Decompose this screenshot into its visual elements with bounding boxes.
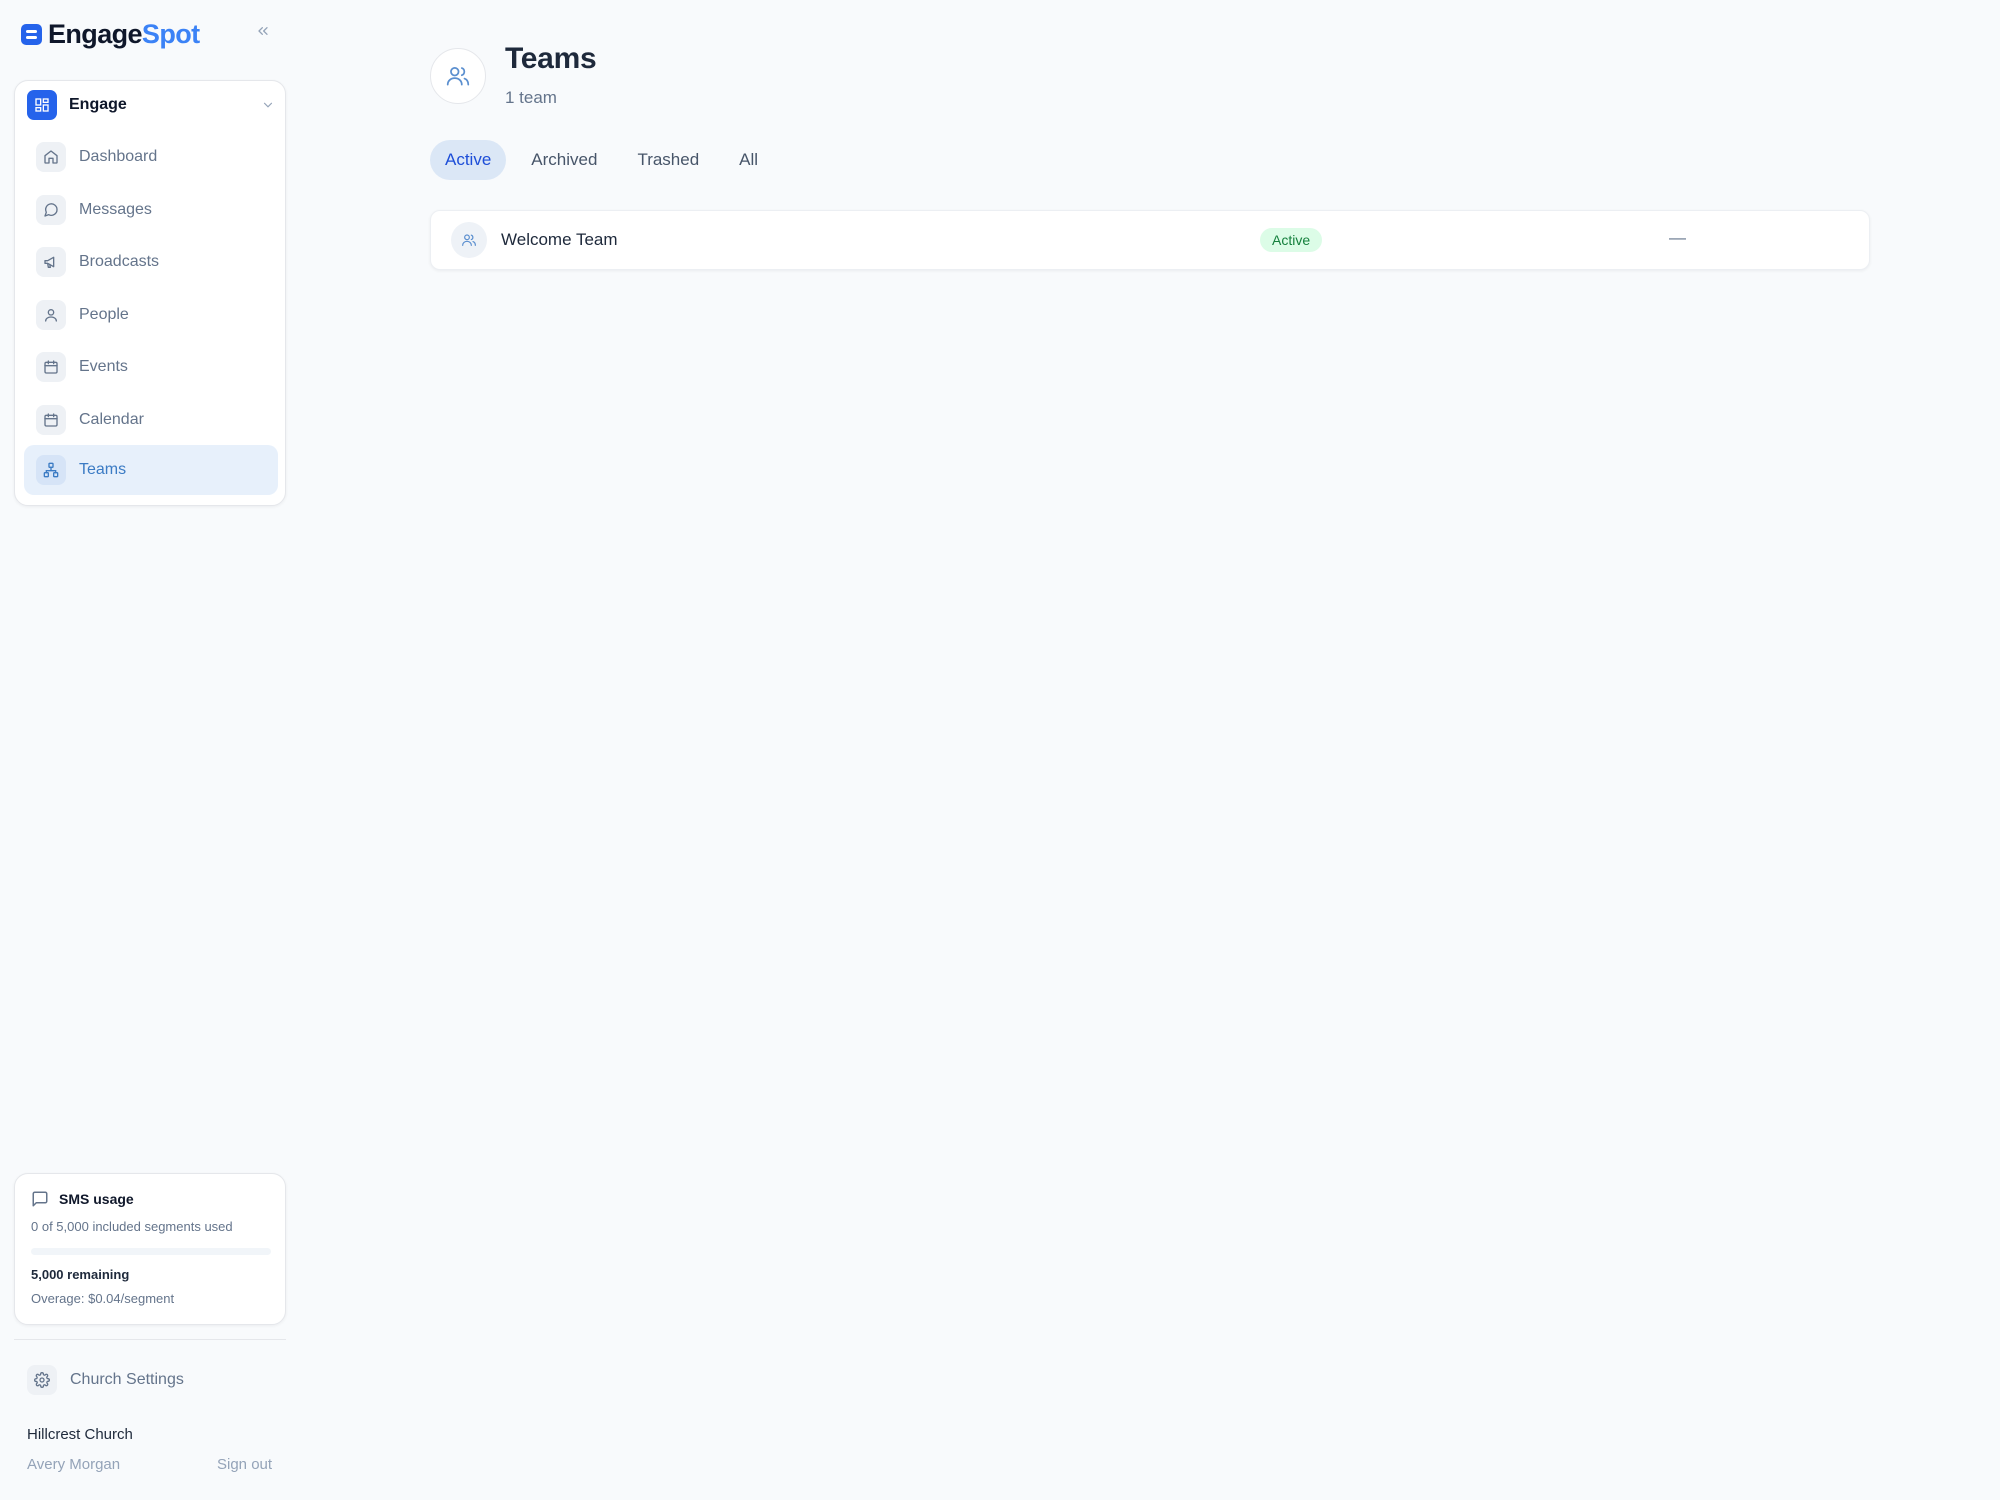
chevron-down-icon	[263, 102, 273, 108]
sidebar: EngageSpot Engage Dashboard Messages Bro…	[0, 0, 300, 1500]
gear-icon	[27, 1365, 57, 1395]
sms-usage-header: SMS usage	[31, 1190, 134, 1208]
collapse-sidebar-button[interactable]	[252, 20, 274, 42]
nav-card: Engage Dashboard Messages Broadcasts Peo…	[14, 80, 286, 506]
users-icon	[451, 222, 487, 258]
sms-usage-progress-bar	[31, 1248, 271, 1255]
church-name: Hillcrest Church	[27, 1426, 133, 1443]
sms-usage-title: SMS usage	[59, 1191, 134, 1207]
tab-all[interactable]: All	[724, 140, 773, 180]
workspace-label: Engage	[69, 96, 127, 113]
calendar-icon	[36, 405, 66, 435]
grid-icon	[27, 90, 57, 120]
chevrons-left-icon	[258, 26, 268, 35]
sidebar-item-label: Events	[79, 358, 128, 375]
user-name: Avery Morgan	[27, 1456, 121, 1473]
team-row[interactable]: Welcome Team Active —	[430, 210, 1870, 270]
tab-trashed[interactable]: Trashed	[622, 140, 714, 180]
sidebar-item-dashboard[interactable]: Dashboard	[24, 132, 278, 182]
users-icon	[430, 48, 486, 104]
page-subtitle: 1 team	[505, 88, 557, 107]
church-settings-label: Church Settings	[70, 1371, 184, 1388]
sidebar-item-messages[interactable]: Messages	[24, 185, 278, 235]
status-tabs: Active Archived Trashed All	[430, 140, 783, 180]
sign-out-link[interactable]: Sign out	[217, 1456, 272, 1473]
sidebar-item-label: Calendar	[79, 411, 144, 428]
sidebar-item-label: Broadcasts	[79, 253, 160, 270]
sidebar-item-label: Messages	[79, 201, 152, 218]
logo-text-spot: Spot	[141, 19, 200, 49]
sidebar-divider	[14, 1339, 286, 1340]
megaphone-icon	[36, 247, 66, 277]
logo-text: EngageSpot	[48, 20, 200, 48]
sidebar-item-label: Dashboard	[79, 148, 158, 165]
logo-text-engage: Engage	[48, 19, 143, 49]
workspace-switcher[interactable]: Engage	[27, 90, 275, 120]
calendar-icon	[36, 352, 66, 382]
sms-usage-description: 0 of 5,000 included segments used	[31, 1219, 233, 1234]
network-icon	[36, 455, 66, 485]
user-icon	[36, 300, 66, 330]
page-title: Teams	[505, 42, 597, 75]
tab-archived[interactable]: Archived	[516, 140, 612, 180]
engagespot-logo[interactable]: EngageSpot	[21, 20, 200, 48]
tab-active[interactable]: Active	[430, 140, 507, 180]
sidebar-item-broadcasts[interactable]: Broadcasts	[24, 237, 278, 287]
team-name[interactable]: Welcome Team	[501, 230, 618, 250]
team-extra-value: —	[1669, 228, 1686, 247]
status-badge: Active	[1260, 228, 1323, 252]
sidebar-item-label: People	[79, 306, 129, 323]
message-circle-icon	[36, 195, 66, 225]
sms-overage: Overage: $0.04/segment	[31, 1291, 175, 1306]
sms-usage-card: SMS usage 0 of 5,000 included segments u…	[14, 1173, 286, 1325]
sidebar-item-label: Teams	[79, 461, 127, 478]
message-square-icon	[32, 1191, 48, 1207]
sidebar-item-events[interactable]: Events	[24, 342, 278, 392]
sms-remaining: 5,000 remaining	[31, 1267, 130, 1282]
home-icon	[36, 142, 66, 172]
sidebar-item-calendar[interactable]: Calendar	[24, 395, 278, 445]
sidebar-item-teams[interactable]: Teams	[24, 445, 278, 495]
sidebar-item-people[interactable]: People	[24, 290, 278, 340]
logo-mark-icon	[21, 23, 42, 45]
church-settings-link[interactable]: Church Settings	[27, 1365, 184, 1395]
